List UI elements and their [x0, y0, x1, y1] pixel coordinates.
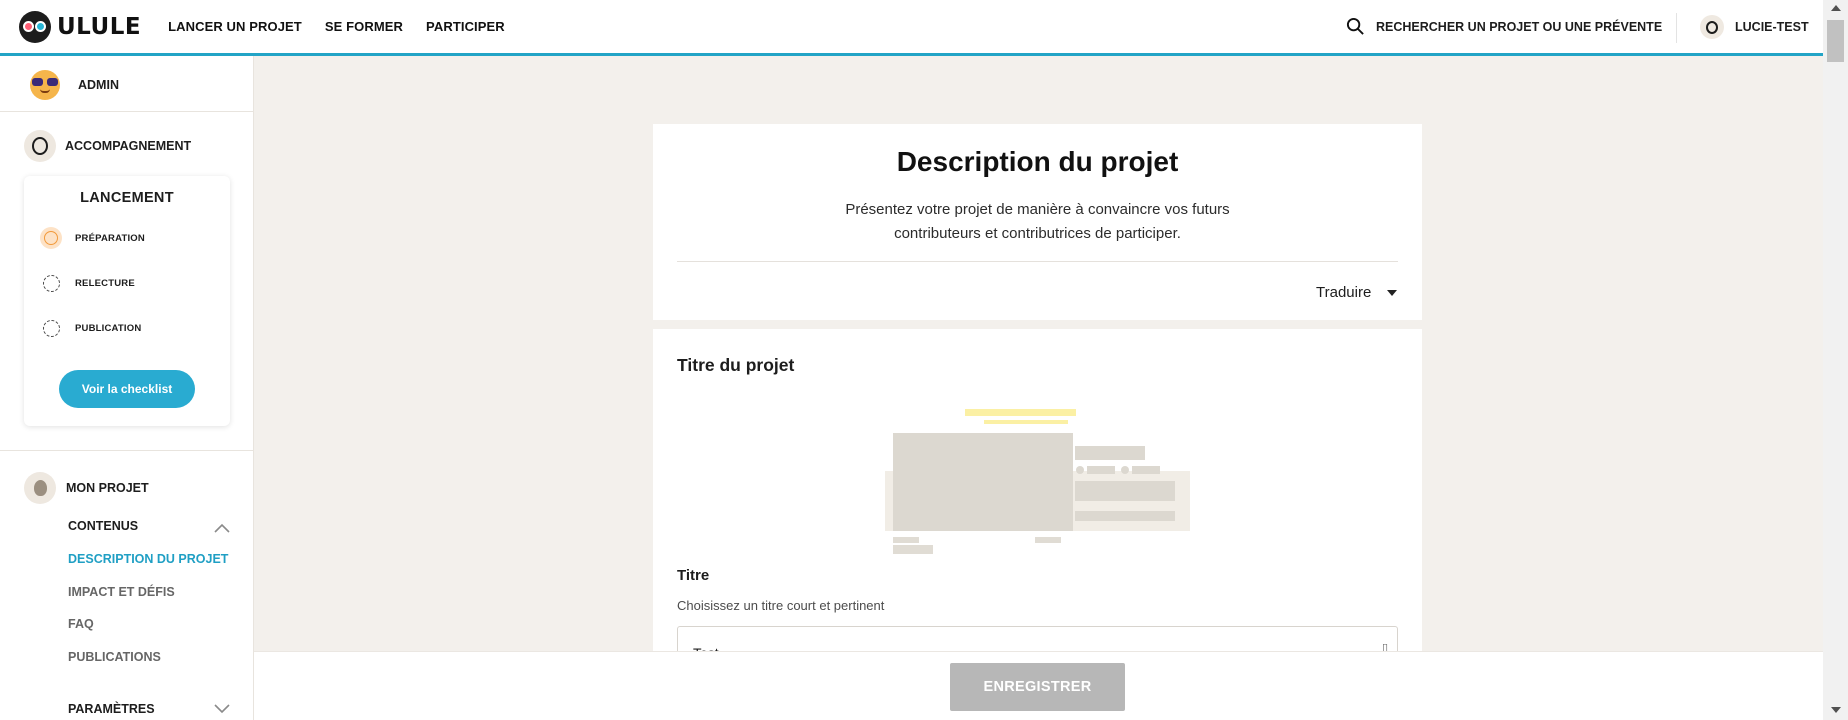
- project-avatar-icon: [24, 472, 56, 504]
- search-label: RECHERCHER UN PROJET OU UNE PRÉVENTE: [1376, 19, 1663, 34]
- title-field-label: Titre: [677, 567, 710, 584]
- sidebar-item-impact[interactable]: IMPACT ET DÉFIS: [68, 585, 175, 599]
- scroll-up-icon[interactable]: [1831, 5, 1841, 11]
- user-name: LUCIE-TEST: [1735, 20, 1809, 34]
- step-publication: PUBLICATION: [40, 317, 141, 339]
- step-review: RELECTURE: [40, 272, 135, 294]
- title-illustration: [885, 409, 1190, 554]
- nav-launch-project[interactable]: LANCER UN PROJET: [168, 19, 302, 34]
- my-project-label: MON PROJET: [66, 481, 149, 495]
- page-subtitle: Présentez votre projet de manière à conv…: [845, 201, 1230, 242]
- launch-title: LANCEMENT: [80, 190, 174, 206]
- sidebar: ADMIN ACCOMPAGNEMENT LANCEMENT PRÉPARATI…: [0, 56, 254, 720]
- admin-label: ADMIN: [78, 78, 119, 92]
- scroll-thumb[interactable]: [1827, 20, 1844, 62]
- search-icon: [1346, 17, 1364, 35]
- ulule-logo-icon: [19, 10, 51, 43]
- top-navigation-bar: ULULE LANCER UN PROJET SE FORMER PARTICI…: [0, 0, 1823, 56]
- description-header-card: Description du projet Présentez votre pr…: [653, 124, 1422, 320]
- header-divider: [1676, 13, 1677, 43]
- contents-section-toggle[interactable]: CONTENUS: [68, 519, 138, 533]
- admin-avatar-icon: [30, 70, 60, 100]
- page-scrollbar[interactable]: [1823, 0, 1848, 720]
- sidebar-item-publications[interactable]: PUBLICATIONS: [68, 650, 161, 664]
- pending-circle-icon: [40, 317, 62, 339]
- translate-label: Traduire: [1316, 284, 1372, 301]
- sidebar-divider: [0, 450, 253, 451]
- settings-section-toggle[interactable]: PARAMÈTRES: [68, 702, 155, 716]
- title-field-help: Choisissez un titre court et pertinent: [677, 598, 885, 613]
- my-project-link[interactable]: MON PROJET: [24, 472, 149, 504]
- search-trigger[interactable]: RECHERCHER UN PROJET OU UNE PRÉVENTE: [1346, 17, 1662, 36]
- admin-link[interactable]: ADMIN: [30, 70, 119, 100]
- user-avatar: [1700, 15, 1724, 39]
- step-label: RELECTURE: [75, 277, 135, 289]
- step-label: PRÉPARATION: [75, 232, 145, 244]
- header-divider: [677, 261, 1398, 262]
- page-title: Description du projet: [896, 146, 1179, 177]
- sidebar-divider: [0, 111, 253, 112]
- scroll-down-icon[interactable]: [1831, 707, 1841, 713]
- pending-circle-icon: [40, 272, 62, 294]
- step-label: PUBLICATION: [75, 322, 142, 334]
- view-checklist-button[interactable]: Voir la checklist: [59, 370, 195, 408]
- main-nav: LANCER UN PROJET SE FORMER PARTICIPER: [168, 19, 528, 34]
- launch-progress-card: LANCEMENT PRÉPARATION RELECTURE PUBLICAT…: [24, 176, 230, 426]
- chevron-down-icon[interactable]: [213, 702, 231, 714]
- save-button[interactable]: ENREGISTRER: [950, 663, 1125, 711]
- accompaniment-avatar: [24, 130, 56, 162]
- save-footer-bar: ENREGISTRER: [254, 651, 1823, 720]
- accompaniment-label: ACCOMPAGNEMENT: [65, 139, 192, 153]
- translate-dropdown[interactable]: Traduire: [1316, 284, 1398, 301]
- chevron-up-icon[interactable]: [213, 522, 231, 534]
- accompaniment-link[interactable]: ACCOMPAGNEMENT: [24, 130, 191, 162]
- user-menu[interactable]: LUCIE-TEST: [1700, 15, 1809, 39]
- nav-learn[interactable]: SE FORMER: [325, 19, 403, 34]
- clock-icon: [40, 227, 62, 249]
- sidebar-item-description[interactable]: DESCRIPTION DU PROJET: [68, 552, 228, 566]
- caret-down-icon: [1387, 289, 1398, 296]
- sidebar-item-faq[interactable]: FAQ: [68, 617, 94, 631]
- step-preparation: PRÉPARATION: [40, 227, 145, 249]
- logo-text: ULULE: [57, 13, 142, 40]
- section-title: Titre du projet: [677, 355, 795, 375]
- ulule-logo[interactable]: ULULE: [19, 10, 142, 43]
- nav-participate[interactable]: PARTICIPER: [426, 19, 505, 34]
